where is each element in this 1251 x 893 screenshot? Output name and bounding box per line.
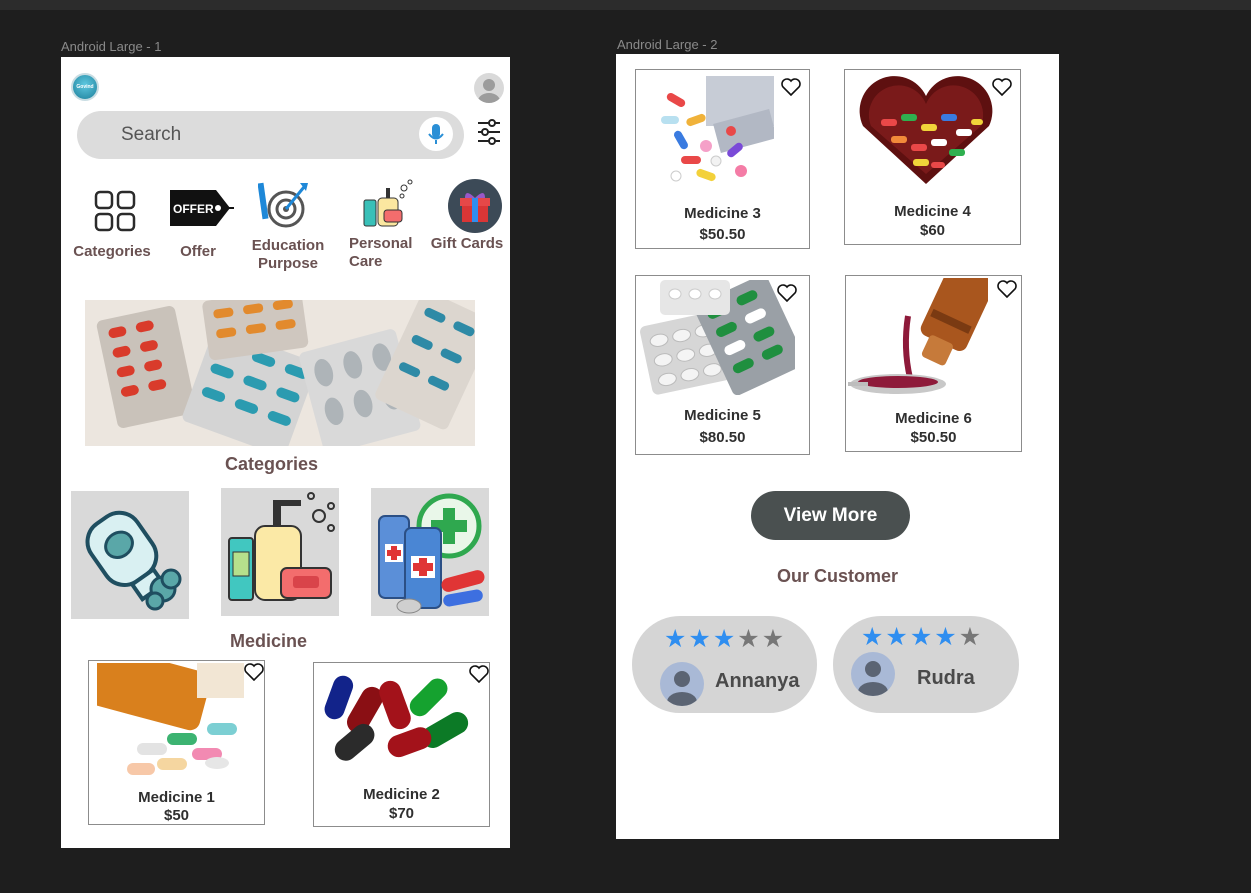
- inhaler-spray-icon: [85, 510, 182, 611]
- categories-title: Categories: [224, 454, 319, 474]
- quicklink-education-label: Education Purpose: [251, 237, 325, 272]
- frame-label-2: Android Large - 2: [617, 37, 718, 52]
- favorite-heart-icon[interactable]: [777, 284, 797, 303]
- product-name: Medicine 5: [684, 407, 761, 424]
- medicine-title: Medicine: [229, 631, 308, 651]
- product-name: Medicine 1: [138, 789, 215, 806]
- quicklink-categories[interactable]: Categories: [69, 243, 155, 261]
- star-filled-icon: ★: [664, 625, 689, 653]
- medicine-bottles-icon: [378, 493, 485, 614]
- product-card-medicine-2[interactable]: Medicine 2 $70: [313, 662, 490, 827]
- category-tile-inhaler[interactable]: [71, 491, 189, 619]
- offer-tag-icon[interactable]: OFFER: [168, 188, 236, 233]
- reviewer-name: Rudra: [917, 667, 975, 689]
- logo-text: Govind: [76, 84, 94, 90]
- category-tile-personal-care[interactable]: [221, 488, 339, 616]
- logo-icon[interactable]: Govind: [71, 73, 99, 101]
- gift-box-icon[interactable]: [447, 178, 503, 239]
- product-card-medicine-6[interactable]: Medicine 6 $50.50: [845, 275, 1022, 452]
- quicklink-gift-cards[interactable]: Gift Cards: [427, 235, 507, 253]
- offer-tag-text: OFFER: [173, 202, 214, 216]
- star-rating: ★★★★★: [664, 624, 786, 654]
- search-input[interactable]: Search: [121, 124, 181, 146]
- favorite-heart-icon[interactable]: [469, 665, 489, 684]
- filter-sliders-icon[interactable]: [477, 119, 501, 145]
- product-image-medicine-6: [848, 278, 988, 398]
- product-price: $50: [163, 807, 190, 824]
- product-name: Medicine 6: [895, 410, 972, 427]
- star-filled-icon: ★: [934, 623, 959, 651]
- product-price: $70: [388, 805, 415, 822]
- star-filled-icon: ★: [688, 625, 713, 653]
- quicklink-education-purpose[interactable]: Education Purpose: [244, 237, 332, 273]
- android-large-1-frame: Govind Search Categories OFFER Offer Edu…: [61, 57, 510, 848]
- our-customer-title: Our Customer: [776, 566, 899, 586]
- review-card-rudra[interactable]: ★★★★★ Rudra: [833, 616, 1019, 713]
- view-more-button[interactable]: View More: [751, 491, 910, 540]
- star-rating: ★★★★★: [861, 622, 983, 652]
- quicklink-personal-care[interactable]: Personal Care: [349, 235, 419, 271]
- product-price: $50.50: [910, 429, 957, 446]
- product-name: Medicine 4: [894, 203, 971, 220]
- star-empty-icon: ★: [761, 625, 787, 653]
- favorite-heart-icon[interactable]: [781, 78, 801, 97]
- frame-label-1: Android Large - 1: [61, 39, 162, 54]
- search-bar[interactable]: Search: [77, 111, 464, 159]
- grid-icon[interactable]: [94, 190, 136, 237]
- product-image-medicine-2: [324, 665, 474, 765]
- star-filled-icon: ★: [885, 623, 910, 651]
- favorite-heart-icon[interactable]: [997, 280, 1017, 299]
- product-card-medicine-1[interactable]: Medicine 1 $50: [88, 660, 265, 825]
- product-image-medicine-5: [640, 280, 795, 395]
- canvas-top-bar: [0, 0, 1251, 10]
- category-tile-medicines[interactable]: [371, 488, 489, 616]
- reviewer-name: Annanya: [715, 670, 800, 692]
- product-price: $80.50: [699, 429, 746, 446]
- education-target-icon[interactable]: [257, 181, 310, 236]
- favorite-heart-icon[interactable]: [992, 78, 1012, 97]
- product-price: $60: [919, 222, 946, 239]
- star-empty-icon: ★: [958, 623, 984, 651]
- soap-bottles-icon: [228, 492, 335, 601]
- profile-avatar-icon[interactable]: [474, 73, 504, 103]
- product-card-medicine-5[interactable]: Medicine 5 $80.50: [635, 275, 810, 455]
- star-filled-icon: ★: [861, 623, 886, 651]
- personal-care-bottles-icon[interactable]: [362, 178, 416, 233]
- product-name: Medicine 3: [684, 205, 761, 222]
- reviewer-avatar: [660, 662, 704, 706]
- favorite-heart-icon[interactable]: [244, 663, 264, 682]
- product-card-medicine-3[interactable]: Medicine 3 $50.50: [635, 69, 810, 249]
- star-filled-icon: ★: [712, 625, 738, 653]
- product-image-medicine-3: [656, 76, 774, 194]
- microphone-icon[interactable]: [419, 117, 453, 151]
- product-card-medicine-4[interactable]: Medicine 4 $60: [844, 69, 1021, 245]
- product-name: Medicine 2: [363, 786, 440, 803]
- hero-banner-pills[interactable]: [85, 300, 475, 446]
- quicklink-offer[interactable]: Offer: [166, 243, 230, 261]
- product-image-medicine-4: [851, 74, 1001, 192]
- product-image-medicine-1: [97, 663, 244, 780]
- star-empty-icon: ★: [737, 625, 762, 653]
- quicklink-personal-care-label: Personal Care: [349, 235, 413, 270]
- product-price: $50.50: [699, 226, 746, 243]
- star-filled-icon: ★: [909, 623, 935, 651]
- android-large-2-frame: Medicine 3 $50.50 Medicine 4 $60 Medicin…: [616, 54, 1059, 839]
- review-card-annanya[interactable]: ★★★★★ Annanya: [632, 616, 817, 713]
- reviewer-avatar: [851, 652, 895, 696]
